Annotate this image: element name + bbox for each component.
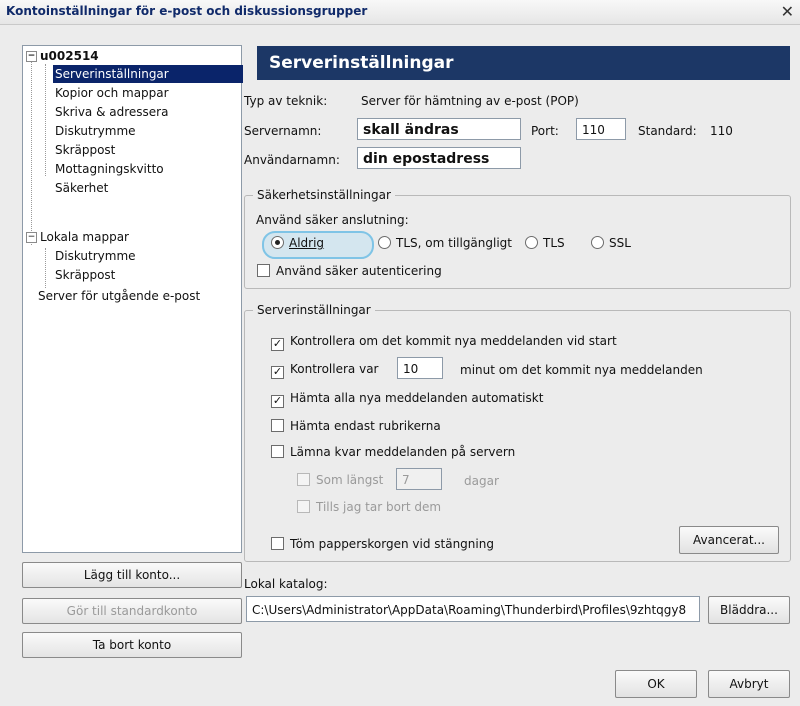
panel-title: Serverinställningar [269, 53, 454, 73]
tree-item-copies[interactable]: Kopior och mappar [55, 84, 169, 102]
radio-icon [591, 236, 604, 249]
tree-item-receipts[interactable]: Mottagningskvitto [55, 160, 164, 178]
port-label: Port: [531, 124, 559, 138]
checkbox-icon [271, 537, 284, 550]
radio-ssl[interactable]: SSL [591, 236, 631, 250]
local-dir-label: Lokal katalog: [244, 577, 328, 591]
tree-local-folders[interactable]: − Lokala mappar [26, 228, 129, 246]
server-name-label: Servernamn: [244, 124, 322, 138]
keep-longest-checkbox: Som längst [297, 473, 383, 487]
browse-button[interactable]: Bläddra... [708, 596, 790, 624]
check-every-suffix: minut om det kommit nya meddelanden [460, 363, 703, 377]
tree-line [31, 60, 32, 245]
collapse-icon[interactable]: − [26, 232, 37, 243]
radio-icon [378, 236, 391, 249]
type-label: Typ av teknik: [244, 94, 328, 108]
check-interval-input[interactable]: 10 [397, 357, 443, 379]
set-default-button: Gör till standardkonto [22, 598, 242, 624]
username-label: Användarnamn: [244, 153, 340, 167]
advanced-button[interactable]: Avancerat... [679, 526, 779, 554]
tree-line [45, 64, 46, 176]
account-tree[interactable]: − u002514 Serverinställningar Kopior och … [22, 45, 243, 553]
type-value: Server för hämtning av e-post (POP) [361, 94, 579, 108]
standard-value: 110 [710, 124, 733, 138]
local-dir-input[interactable]: C:\Users\Administrator\AppData\Roaming\T… [246, 596, 700, 622]
radio-icon [525, 236, 538, 249]
checkbox-icon [297, 500, 310, 513]
tree-account[interactable]: − u002514 [26, 47, 99, 65]
radio-selected-icon [271, 236, 284, 249]
check-on-start-checkbox[interactable]: ✓ Kontrollera om det kommit nya meddeland… [271, 334, 617, 351]
close-icon[interactable]: ✕ [781, 2, 794, 21]
checkbox-icon [257, 264, 270, 277]
tree-item-local-junk[interactable]: Skräppost [55, 266, 115, 284]
tree-outgoing-server[interactable]: Server för utgående e-post [38, 287, 200, 305]
dialog-window: Kontoinställningar för e-post och diskus… [0, 0, 800, 706]
checkbox-icon [271, 445, 284, 458]
checkmark-icon: ✓ [271, 394, 284, 408]
title-bar: Kontoinställningar för e-post och diskus… [0, 0, 800, 25]
ok-button[interactable]: OK [615, 670, 697, 698]
tree-item-local-disk-space[interactable]: Diskutrymme [55, 247, 136, 265]
port-input[interactable]: 110 [576, 118, 626, 140]
add-account-button[interactable]: Lägg till konto... [22, 562, 242, 588]
days-label: dagar [464, 474, 499, 488]
window-title: Kontoinställningar för e-post och diskus… [6, 4, 368, 18]
checkbox-icon [271, 419, 284, 432]
username-input[interactable]: din epostadress [357, 147, 521, 169]
secure-connection-label: Använd säker anslutning: [256, 213, 409, 227]
cancel-button[interactable]: Avbryt [708, 670, 790, 698]
tree-item-server-settings[interactable]: Serverinställningar [53, 65, 243, 83]
secure-auth-checkbox[interactable]: Använd säker autenticering [257, 264, 442, 278]
tree-item-junk[interactable]: Skräppost [55, 141, 115, 159]
radio-never[interactable]: Aldrig [271, 236, 324, 250]
radio-tls-if-available[interactable]: TLS, om tillgängligt [378, 236, 512, 250]
tree-line [45, 248, 46, 288]
tree-item-disk-space[interactable]: Diskutrymme [55, 122, 136, 140]
server-name-input[interactable]: skall ändras [357, 118, 521, 140]
server-legend: Serverinställningar [253, 303, 375, 317]
panel-header: Serverinställningar [257, 46, 790, 80]
checkmark-icon: ✓ [271, 365, 284, 379]
checkmark-icon: ✓ [271, 337, 284, 351]
security-legend: Säkerhetsinställningar [253, 188, 395, 202]
collapse-icon[interactable]: − [26, 51, 37, 62]
tree-item-compose[interactable]: Skriva & adressera [55, 103, 168, 121]
leave-on-server-checkbox[interactable]: Lämna kvar meddelanden på servern [271, 445, 515, 459]
check-every-checkbox[interactable]: ✓ Kontrollera var [271, 362, 378, 379]
standard-label: Standard: [638, 124, 697, 138]
until-deleted-checkbox: Tills jag tar bort dem [297, 500, 441, 514]
radio-tls[interactable]: TLS [525, 236, 565, 250]
checkbox-icon [297, 473, 310, 486]
headers-only-checkbox[interactable]: Hämta endast rubrikerna [271, 419, 441, 433]
download-auto-checkbox[interactable]: ✓ Hämta alla nya meddelanden automatiskt [271, 391, 543, 408]
keep-days-input: 7 [396, 468, 442, 490]
empty-trash-checkbox[interactable]: Töm papperskorgen vid stängning [271, 537, 494, 551]
remove-account-button[interactable]: Ta bort konto [22, 632, 242, 658]
tree-item-security[interactable]: Säkerhet [55, 179, 108, 197]
